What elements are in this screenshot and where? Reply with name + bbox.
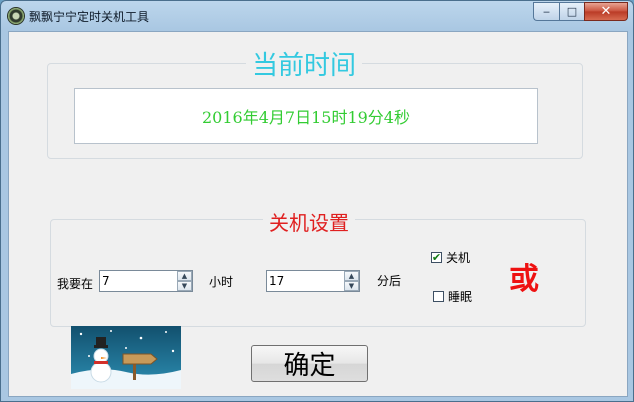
minutes-stepper[interactable]: ▲ ▼ [266,270,360,292]
spin-down-icon[interactable]: ▼ [344,281,359,291]
caption-buttons: ‒ □ ✕ [533,2,628,21]
or-label: 或 [509,262,539,297]
delay-prefix-label: 我要在 [57,277,94,291]
close-button[interactable]: ✕ [584,2,628,21]
minimize-button[interactable]: ‒ [533,2,559,21]
minutes-suffix-label: 分后 [377,274,402,288]
checkbox-box[interactable] [433,291,444,302]
client-area: 当前时间 2016年4月7日15时19分4秒 关机设置 我要在 ▲ ▼ 小时 ▲… [8,31,628,397]
minutes-input[interactable] [267,271,347,291]
window-title: 飘飘宁宁定时关机工具 [29,10,150,24]
spin-down-icon[interactable]: ▼ [177,281,192,291]
hours-stepper[interactable]: ▲ ▼ [99,270,193,292]
title-bar[interactable]: 飘飘宁宁定时关机工具 ‒ □ ✕ [1,1,633,31]
app-window: 飘飘宁宁定时关机工具 ‒ □ ✕ 当前时间 2016年4月7日15时19分4秒 … [0,0,634,402]
shutdown-checkbox[interactable]: ✔ 关机 [431,249,470,266]
current-time-display: 2016年4月7日15时19分4秒 [74,88,538,144]
hours-label: 小时 [209,275,234,289]
confirm-button[interactable]: 确定 [251,345,368,382]
app-icon[interactable] [8,8,24,24]
hours-input[interactable] [100,271,180,291]
spin-up-icon[interactable]: ▲ [177,271,192,281]
shutdown-checkbox-label: 关机 [446,251,471,265]
sleep-checkbox-label: 睡眠 [448,290,473,304]
snowman-image [71,326,181,389]
shutdown-settings-legend: 关机设置 [263,207,355,236]
current-time-legend: 当前时间 [246,45,363,82]
spin-up-icon[interactable]: ▲ [344,271,359,281]
check-icon[interactable]: ✔ [431,252,442,263]
sleep-checkbox[interactable]: 睡眠 [433,288,472,305]
maximize-button[interactable]: □ [559,2,584,21]
